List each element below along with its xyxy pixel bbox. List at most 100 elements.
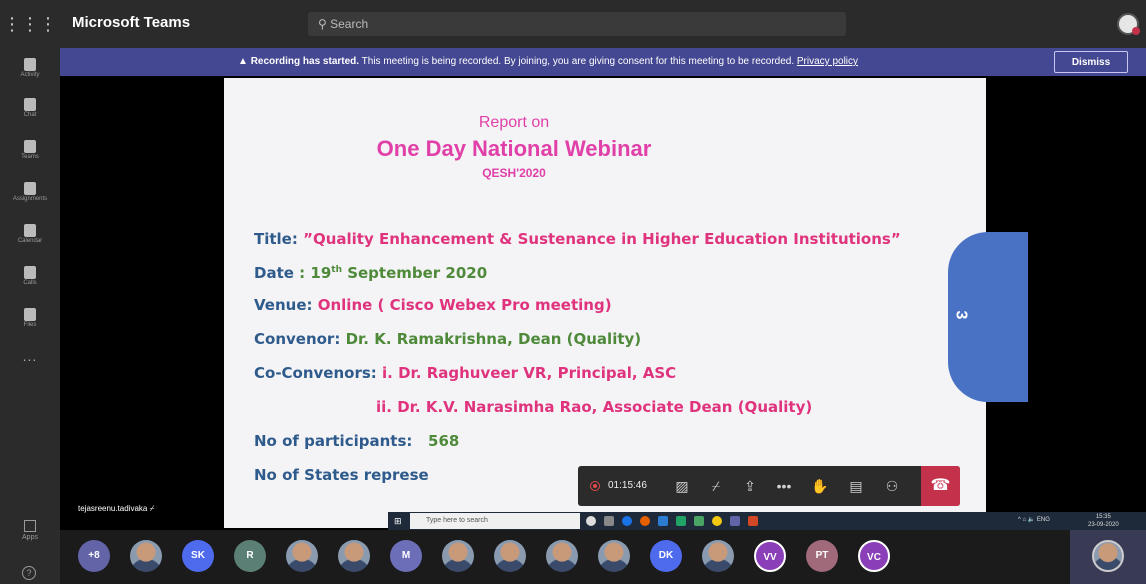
- help-icon[interactable]: ?: [22, 566, 36, 580]
- phone-icon: [24, 266, 36, 279]
- mic-off-icon[interactable]: ⌿: [706, 476, 726, 496]
- recording-text: This meeting is being recorded. By joini…: [359, 56, 797, 67]
- more-participants-button[interactable]: +8: [78, 540, 110, 572]
- excel-icon: [676, 516, 686, 526]
- privacy-policy-link[interactable]: Privacy policy: [797, 56, 858, 67]
- date-label: Date: [254, 264, 294, 282]
- venue-value: Online ( Cisco Webex Pro meeting): [317, 296, 612, 314]
- search-icon: ⚲: [318, 17, 331, 31]
- left-rail: Activity Chat Teams Assignments Calendar…: [0, 48, 60, 584]
- slide-participants-line: No of participants: 568: [254, 432, 459, 450]
- rail-label: Chat: [23, 112, 37, 118]
- participant-avatar[interactable]: PT: [806, 540, 838, 572]
- more-apps-icon[interactable]: ...: [0, 348, 60, 364]
- task-view-icon: [604, 516, 614, 526]
- hang-up-button[interactable]: ☎: [921, 466, 960, 506]
- rail-item-calls[interactable]: Calls: [0, 262, 60, 302]
- calendar-icon: [24, 224, 36, 237]
- apps-label: Apps: [22, 534, 38, 541]
- chrome-icon: [712, 516, 722, 526]
- camera-off-icon[interactable]: ▨: [672, 476, 692, 496]
- top-bar: ⋮⋮⋮ Microsoft Teams ⚲ Search: [0, 0, 1146, 48]
- self-view: [1070, 530, 1146, 584]
- participant-avatar[interactable]: M: [390, 540, 422, 572]
- rail-item-assignments[interactable]: Assignments: [0, 178, 60, 218]
- recording-icon: [590, 481, 600, 491]
- firefox-icon: [640, 516, 650, 526]
- participant-name: tejasreenu.tadivaka ⌿: [78, 504, 154, 514]
- participant-avatar[interactable]: [702, 540, 734, 572]
- chat-icon[interactable]: ▤: [846, 476, 866, 496]
- rail-item-activity[interactable]: Activity: [0, 54, 60, 94]
- rail-label: Activity: [20, 72, 40, 78]
- participant-avatar[interactable]: [338, 540, 370, 572]
- apps-icon: [24, 520, 36, 532]
- taskbar-time: 15:35: [1095, 514, 1111, 520]
- rail-label: Files: [23, 322, 37, 328]
- photos-icon: [694, 516, 704, 526]
- rail-item-chat[interactable]: Chat: [0, 94, 60, 134]
- participant-avatar[interactable]: SK: [182, 540, 214, 572]
- date-sup: th: [331, 265, 342, 275]
- rail-label: Teams: [21, 154, 39, 160]
- profile-avatar[interactable]: [1117, 13, 1140, 35]
- slide-coconvenor-line: Co-Convenors: i. Dr. Raghuveer VR, Princ…: [254, 364, 676, 382]
- participant-avatar[interactable]: VV: [754, 540, 786, 572]
- language-indicator: ENG: [1036, 517, 1050, 523]
- slide-date-line: Date : 19th September 2020: [254, 264, 487, 282]
- participants-value: 568: [428, 432, 460, 450]
- participants-icon[interactable]: ⚇: [882, 476, 902, 496]
- app-launcher-icon[interactable]: ⋮⋮⋮: [0, 0, 60, 48]
- participant-name-text: tejasreenu.tadivaka: [78, 504, 148, 513]
- slide-venue-line: Venue: Online ( Cisco Webex Pro meeting): [254, 296, 612, 314]
- participant-avatar[interactable]: DK: [650, 540, 682, 572]
- rail-item-calendar[interactable]: Calendar: [0, 220, 60, 260]
- chat-icon: [24, 98, 36, 111]
- participant-avatar[interactable]: [286, 540, 318, 572]
- recording-banner: ▲ Recording has started. This meeting is…: [60, 48, 1146, 76]
- teams-icon: [24, 140, 36, 153]
- word-icon: [658, 516, 668, 526]
- cortana-icon: [586, 516, 596, 526]
- date-value: : 19: [299, 264, 332, 282]
- participant-avatar[interactable]: [130, 540, 162, 572]
- search-placeholder: Search: [330, 17, 369, 31]
- slide-page-number: 3: [952, 310, 970, 320]
- participant-avatar[interactable]: [598, 540, 630, 572]
- participant-avatar[interactable]: VC: [858, 540, 890, 572]
- slide-coconvenor-2: ii. Dr. K.V. Narasimha Rao, Associate De…: [376, 398, 813, 416]
- participant-avatar[interactable]: R: [234, 540, 266, 572]
- bell-icon: [24, 58, 36, 71]
- more-actions-icon[interactable]: •••: [774, 476, 794, 496]
- presentation-slide: Report on One Day National Webinar QESH'…: [224, 78, 1146, 530]
- title-label: Title:: [254, 230, 298, 248]
- call-controls: 01:15:46 ▨ ⌿ ⇪ ••• ✋ ▤ ⚇ ☎: [578, 466, 960, 506]
- raise-hand-icon[interactable]: ✋: [810, 476, 830, 496]
- convenor-value: Dr. K. Ramakrishna, Dean (Quality): [345, 330, 642, 348]
- rail-item-teams[interactable]: Teams: [0, 136, 60, 176]
- rail-item-files[interactable]: Files: [0, 304, 60, 344]
- venue-label: Venue:: [254, 296, 313, 314]
- teams-taskbar-icon: [730, 516, 740, 526]
- slide-title-line: Title: ”Quality Enhancement & Sustenance…: [254, 230, 901, 248]
- slide-heading: One Day National Webinar: [376, 136, 652, 161]
- apps-button[interactable]: Apps: [0, 520, 60, 541]
- rail-label: Assignments: [12, 196, 48, 202]
- participant-avatar[interactable]: [546, 540, 578, 572]
- windows-start-icon: ⊞: [394, 516, 402, 526]
- teams-window: ⋮⋮⋮ Microsoft Teams ⚲ Search Activity Ch…: [0, 0, 1146, 584]
- participant-avatar[interactable]: [442, 540, 474, 572]
- shared-screen: Report on One Day National Webinar QESH'…: [60, 76, 1146, 530]
- participant-roster: +8 SK R M DK VV PT VC: [60, 530, 1146, 584]
- title-value: ”Quality Enhancement & Sustenance in Hig…: [303, 230, 901, 248]
- rail-label: Calendar: [17, 238, 43, 244]
- search-input[interactable]: ⚲ Search: [308, 12, 846, 36]
- share-screen-icon[interactable]: ⇪: [740, 476, 760, 496]
- presenter-taskbar: ⊞ Type here to search ^ ⌂ 🔈 ENG 15:35 23-…: [388, 512, 1146, 530]
- dismiss-button[interactable]: Dismiss: [1054, 51, 1128, 73]
- assignments-icon: [24, 182, 36, 195]
- participant-avatar[interactable]: [494, 540, 526, 572]
- edge-icon: [622, 516, 632, 526]
- system-tray: ^ ⌂ 🔈 ENG: [1018, 517, 1050, 523]
- convenor-label: Convenor:: [254, 330, 341, 348]
